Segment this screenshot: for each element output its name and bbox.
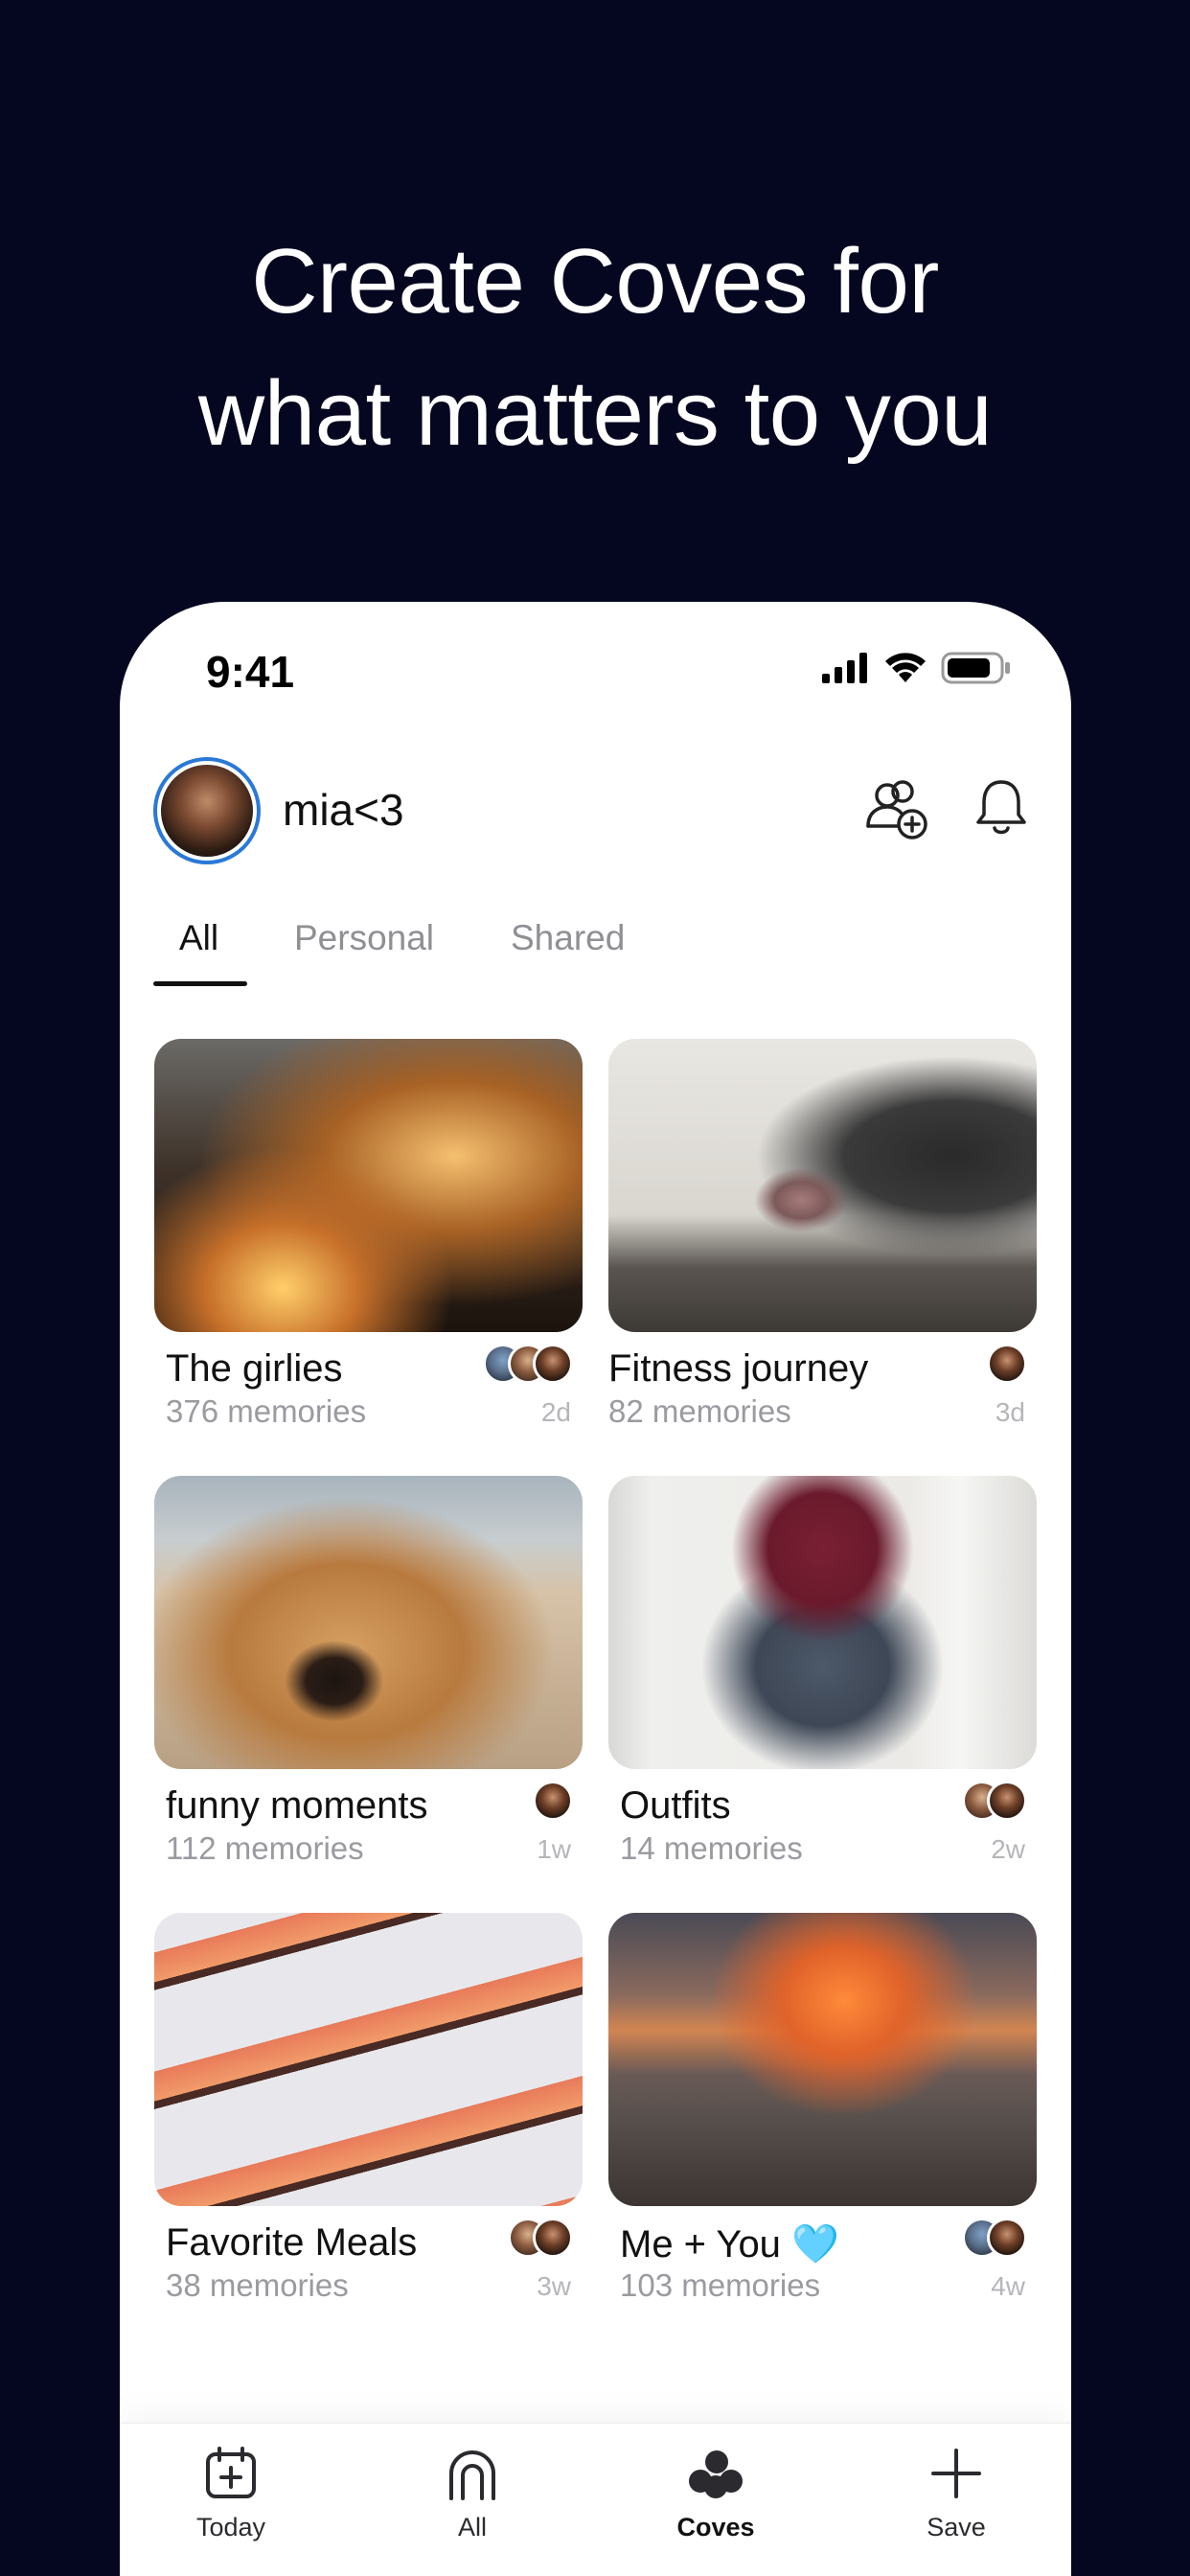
cove-photo <box>608 1476 1037 1769</box>
tab-bar-save[interactable]: Save <box>880 2445 1033 2542</box>
wifi-icon <box>885 653 926 682</box>
cove-memories: 103 memories <box>620 2267 821 2303</box>
tab-shared[interactable]: Shared <box>511 918 625 958</box>
member-avatar <box>987 1781 1027 1821</box>
tab-bar-today[interactable]: Today <box>154 2445 308 2542</box>
cove-title: funny moments <box>166 1784 428 1827</box>
cove-memories: 376 memories <box>166 1393 367 1429</box>
tab-bar: Today All Coves Save <box>120 2423 1071 2576</box>
cove-memories: 112 memories <box>166 1830 364 1866</box>
cove-card[interactable]: Me + You 🩵 103 memories 4w <box>608 1913 1037 2303</box>
tab-bar-all[interactable]: All <box>396 2445 549 2542</box>
headline-line-2: what matters to you <box>197 362 993 465</box>
member-avatar <box>533 1344 573 1384</box>
member-avatars <box>987 1344 1027 1384</box>
cove-age: 1w <box>537 1834 571 1864</box>
bell-icon[interactable] <box>973 776 1030 840</box>
phone-mockup: 9:41 mia<3 All Personal Shared The girli… <box>120 602 1071 2576</box>
cove-age: 2d <box>540 1397 571 1427</box>
member-avatars <box>483 1344 573 1384</box>
tab-all[interactable]: All <box>179 918 218 958</box>
tab-bar-label: Save <box>927 2513 986 2542</box>
arch-icon <box>449 2450 495 2500</box>
cove-photo <box>608 1039 1037 1332</box>
username: mia<3 <box>283 785 404 835</box>
cove-age: 4w <box>991 2271 1025 2301</box>
cove-memories: 14 memories <box>620 1830 803 1866</box>
cove-card[interactable]: The girlies 376 memories 2d <box>154 1039 583 1429</box>
tab-bar-label: Today <box>195 2513 266 2542</box>
member-avatars <box>962 1781 1027 1821</box>
plus-icon <box>931 2449 981 2498</box>
member-avatar <box>533 1781 573 1821</box>
status-icons <box>822 652 1012 684</box>
headline: Create Coves for what matters to you <box>0 216 1190 480</box>
member-avatars <box>962 2218 1027 2258</box>
tab-bar-label: All <box>457 2513 487 2542</box>
cove-age: 3w <box>537 2271 571 2301</box>
tab-bar-label: Coves <box>676 2513 755 2542</box>
tab-bar-coves[interactable]: Coves <box>639 2445 792 2542</box>
battery-icon <box>941 652 1010 684</box>
cove-title: Outfits <box>620 1784 731 1827</box>
cove-photo <box>154 1476 583 1769</box>
cove-card[interactable]: Fitness journey 82 memories 3d <box>608 1039 1037 1429</box>
active-tab-indicator <box>153 981 247 986</box>
tab-personal[interactable]: Personal <box>294 918 434 958</box>
coves-icon <box>689 2450 743 2498</box>
calendar-plus-icon <box>206 2447 256 2498</box>
cove-memories: 38 memories <box>166 2267 349 2303</box>
avatar-image <box>161 765 253 857</box>
cove-card[interactable]: funny moments 112 memories 1w <box>154 1476 583 1866</box>
headline-line-1: Create Coves for <box>251 230 939 333</box>
profile-avatar[interactable] <box>153 757 261 864</box>
cove-title: Me + You 🩵 <box>620 2223 839 2266</box>
cove-photo <box>154 1039 583 1332</box>
member-avatar <box>987 2218 1027 2258</box>
cove-age: 3d <box>995 1397 1025 1427</box>
cove-card[interactable]: Favorite Meals 38 memories 3w <box>154 1913 583 2303</box>
cove-photo <box>608 1913 1037 2206</box>
member-avatars <box>533 1781 573 1821</box>
cove-title: The girlies <box>166 1347 343 1390</box>
signal-icon <box>822 653 867 683</box>
cove-title: Fitness journey <box>608 1347 869 1390</box>
cove-card[interactable]: Outfits 14 memories 2w <box>608 1476 1037 1866</box>
cove-title: Favorite Meals <box>166 2221 418 2264</box>
member-avatars <box>508 2218 573 2258</box>
status-time: 9:41 <box>206 647 295 697</box>
add-friends-icon[interactable] <box>862 776 931 843</box>
cove-memories: 82 memories <box>608 1393 791 1429</box>
member-avatar <box>533 2218 573 2258</box>
cove-age: 2w <box>991 1834 1025 1864</box>
member-avatar <box>987 1344 1027 1384</box>
cove-photo <box>154 1913 583 2206</box>
